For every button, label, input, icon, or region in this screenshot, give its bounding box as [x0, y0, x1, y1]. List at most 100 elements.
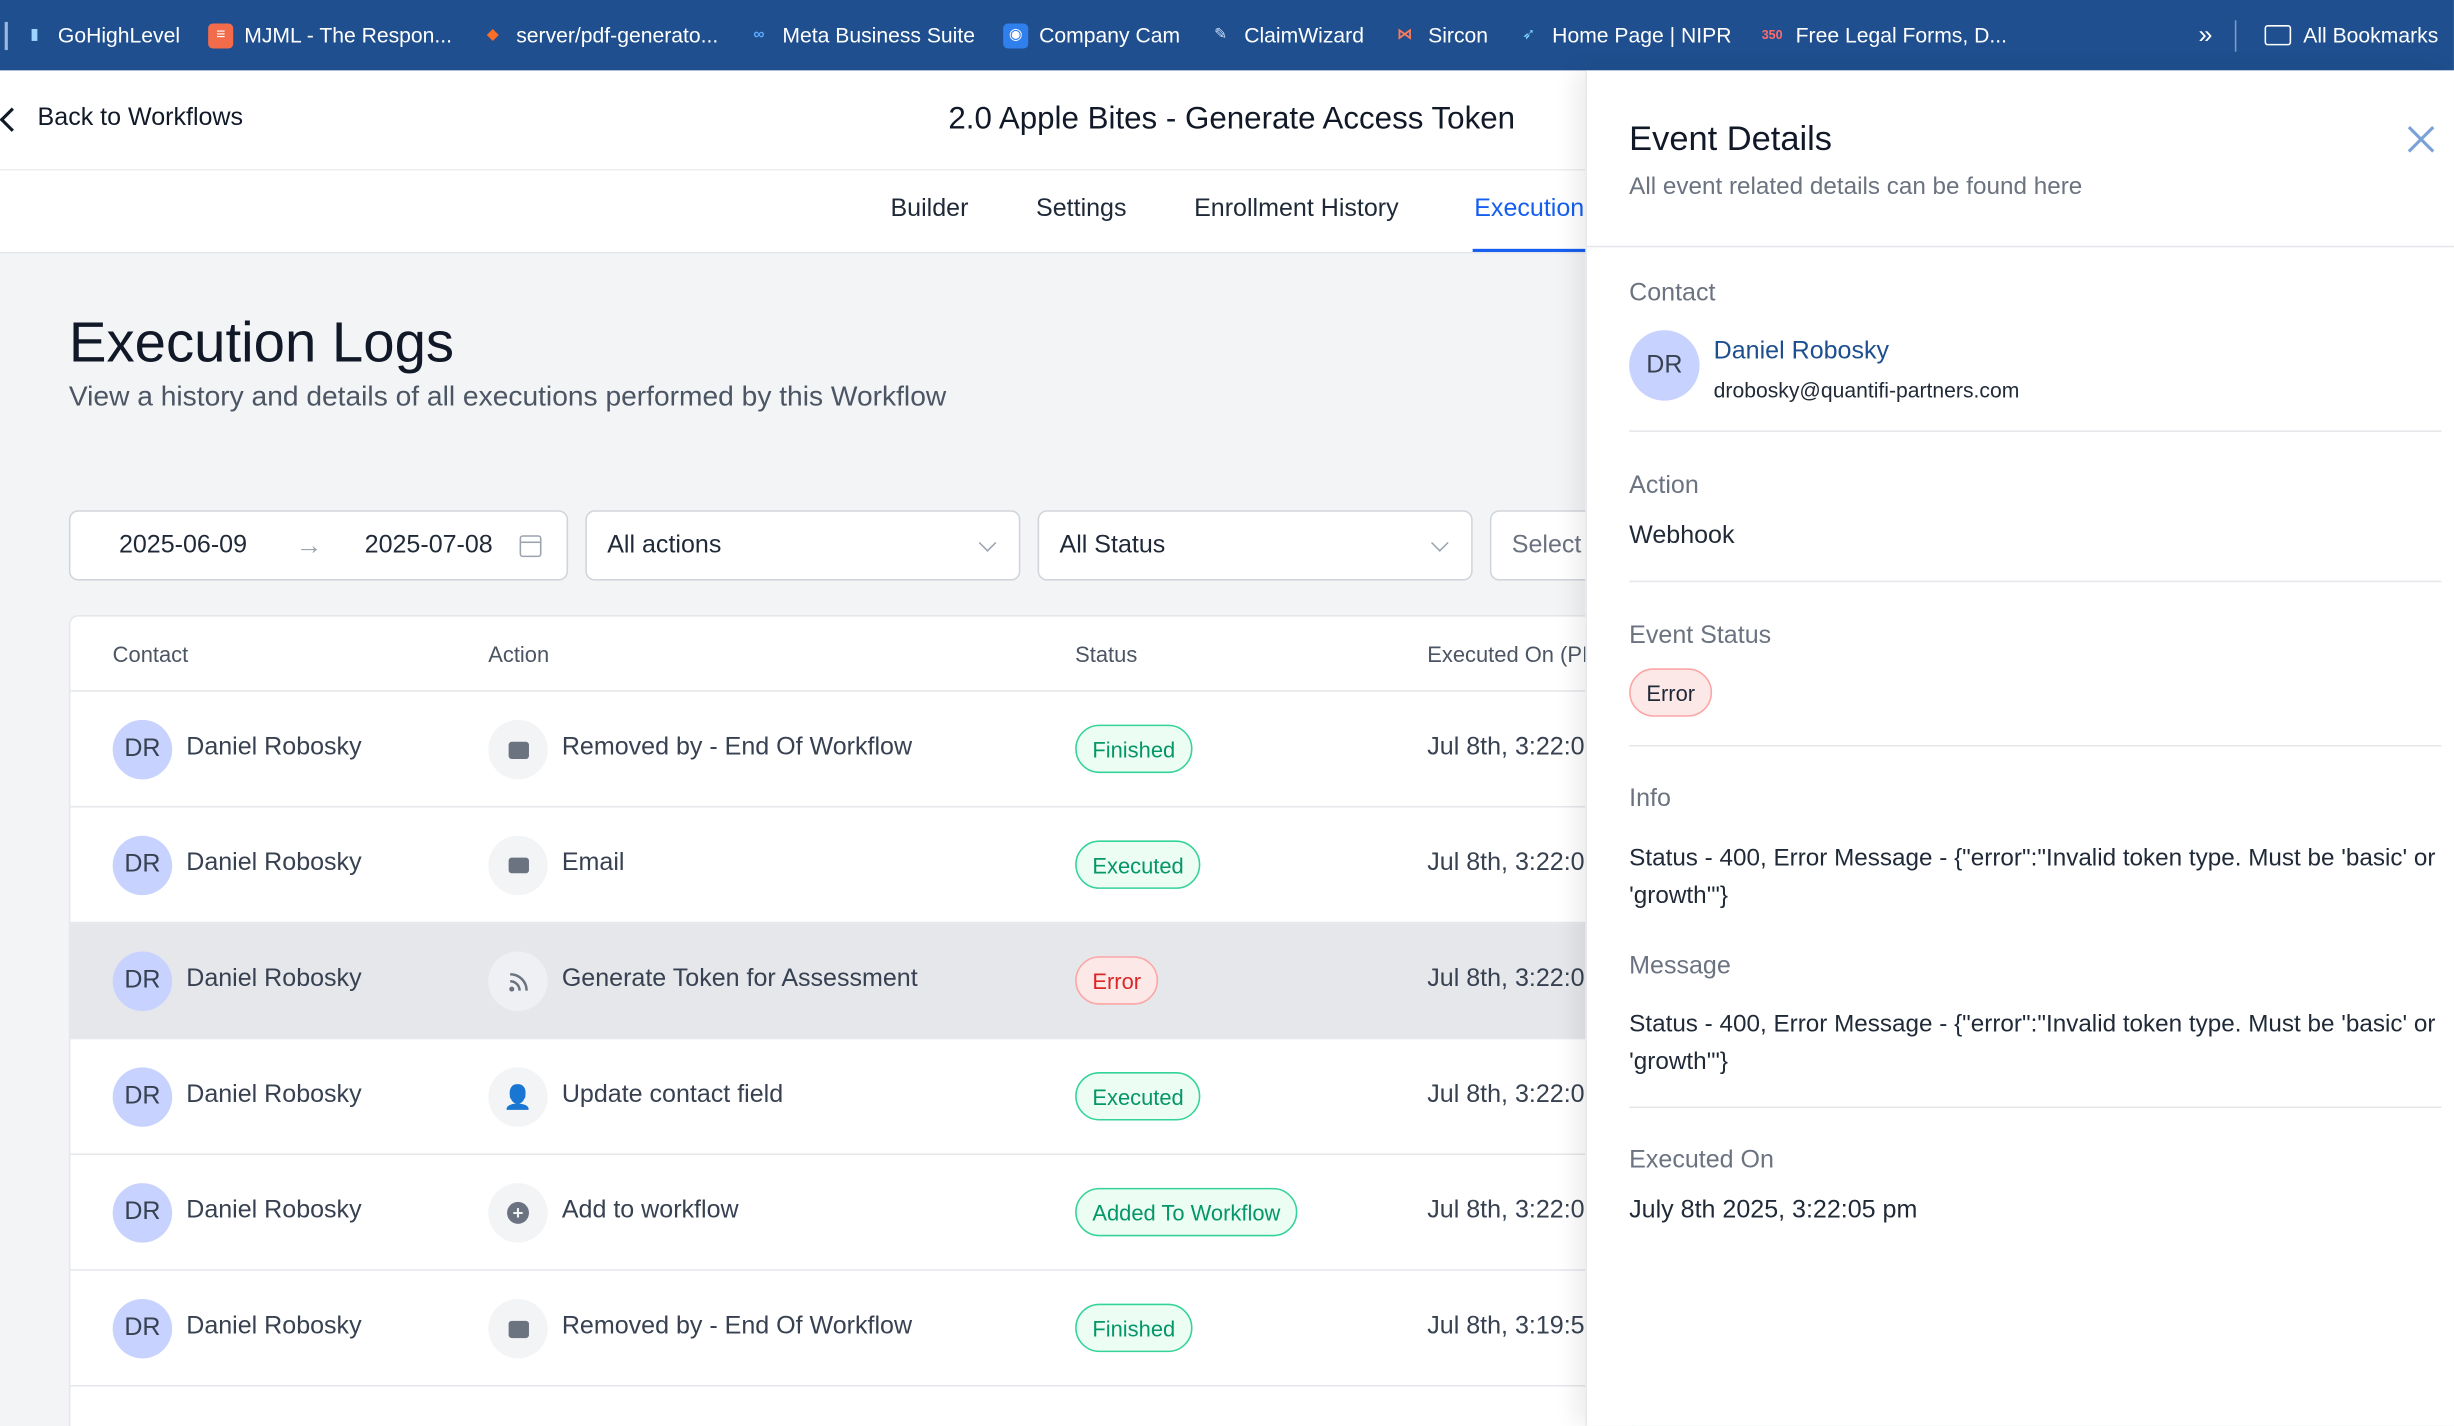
tab-execution[interactable]: Execution [1474, 196, 1584, 224]
wizard-icon: ✎ [1214, 26, 1228, 44]
action-name: Add to workflow [561, 1197, 739, 1224]
bookmark-companycam[interactable]: ◉ Company Cam [989, 22, 1194, 48]
contact-select-placeholder: Select [1511, 531, 1582, 558]
table-row[interactable]: DR Daniel Robosky Email Executed Jul 8th… [70, 808, 1633, 924]
bookmark-nipr[interactable]: ➶ Home Page | NIPR [1502, 23, 1745, 48]
table-row[interactable]: DR Daniel Robosky Generate Token for Ass… [70, 923, 1633, 1040]
executed-on-value: July 8th 2025, 3:22:05 pm [1629, 1197, 1918, 1224]
status-badge: Executed [1075, 1072, 1201, 1121]
divider [1629, 430, 2442, 432]
divider [1629, 1106, 2442, 1109]
bookmark-legal-forms[interactable]: 350 Free Legal Forms, D... [1746, 23, 2022, 48]
status-badge: Finished [1075, 724, 1193, 774]
panel-title: Event Details [1629, 118, 1833, 159]
webhook-icon [488, 951, 548, 1011]
table-row[interactable]: DR Daniel Robosky Removed by - End Of Wo… [70, 1271, 1633, 1387]
tab-settings[interactable]: Settings [1036, 196, 1126, 224]
table-row[interactable]: DR Daniel Robosky Removed by - End Of Wo… [70, 692, 1633, 808]
page-title: Execution Logs [68, 309, 455, 375]
message-value: Status - 400, Error Message - {"error":"… [1629, 1010, 2436, 1076]
bookmark-sircon[interactable]: ⋈ Sircon [1378, 23, 1502, 48]
status-select[interactable]: All Status [1037, 510, 1473, 581]
contact-name: Daniel Robosky [186, 849, 362, 877]
actions-select[interactable]: All actions [585, 510, 1021, 581]
close-icon[interactable] [2404, 122, 2438, 156]
remove-icon [488, 719, 548, 780]
active-tab-indicator [1472, 248, 1598, 252]
gitlab-icon: ◆ [486, 26, 499, 44]
more-bookmarks-button[interactable]: » [2177, 21, 2235, 49]
avatar: DR [112, 719, 173, 780]
contact-name: Daniel Robosky [186, 965, 362, 993]
event-status-badge: Error [1629, 668, 1713, 717]
add-icon: + [488, 1183, 548, 1243]
avatar: DR [112, 1067, 173, 1127]
action-name: Update contact field [561, 1081, 784, 1109]
event-details-panel: Event Details All event related details … [1585, 70, 2454, 1426]
chevron-down-icon [1430, 534, 1449, 552]
column-header-action: Action [488, 641, 550, 667]
contact-name: Daniel Robosky [186, 733, 362, 761]
bookmark-meta[interactable]: ∞ Meta Business Suite [732, 23, 989, 48]
avatar: DR [112, 951, 173, 1011]
legal-forms-icon: 350 [1761, 28, 1783, 43]
event-status-label: Event Status [1629, 622, 1772, 650]
bookmarks-bar: ▮ GoHighLevel ≡ MJML - The Respon... ◆ s… [0, 0, 2454, 71]
actions-select-value: All actions [607, 531, 722, 558]
nipr-icon: ➶ [1522, 26, 1536, 44]
meta-icon: ∞ [753, 26, 765, 44]
back-to-workflows-link[interactable]: Back to Workflows [0, 105, 243, 133]
column-header-contact: Contact [112, 641, 189, 667]
chevron-left-icon [0, 106, 24, 132]
bookmark-gitlab[interactable]: ◆ server/pdf-generato... [466, 23, 732, 48]
workflow-title: 2.0 Apple Bites - Generate Access Token [948, 101, 1516, 137]
action-name: Removed by - End Of Workflow [561, 733, 913, 761]
bookmark-gohighlevel[interactable]: ▮ GoHighLevel [8, 23, 194, 48]
date-range-picker[interactable]: 2025-06-09 → 2025-07-08 [68, 510, 569, 581]
bookmark-mjml[interactable]: ≡ MJML - The Respon... [194, 22, 466, 48]
email-icon [488, 835, 548, 896]
divider [1629, 744, 2442, 747]
contact-name-link[interactable]: Daniel Robosky [1714, 338, 1889, 366]
tab-enrollment-history[interactable]: Enrollment History [1194, 196, 1399, 224]
contact-name: Daniel Robosky [186, 1313, 362, 1340]
contact-label: Contact [1629, 280, 1716, 307]
executed-on: Jul 8th, 3:22:0 [1427, 1081, 1585, 1109]
table-row[interactable]: DR Daniel Robosky + Add to workflow Adde… [70, 1155, 1633, 1271]
status-badge: Added To Workflow [1075, 1187, 1298, 1237]
action-label: Action [1629, 472, 1699, 500]
avatar: DR [112, 1298, 173, 1359]
info-value: Status - 400, Error Message - {"error":"… [1629, 845, 2436, 910]
column-header-executed-on: Executed On (PI [1427, 641, 1589, 667]
executed-on: Jul 8th, 3:22:0 [1427, 1197, 1585, 1224]
tab-builder[interactable]: Builder [890, 196, 968, 224]
end-date[interactable]: 2025-07-08 [365, 531, 493, 559]
bookmark-label: Company Cam [1039, 23, 1181, 47]
page-subtitle: View a history and details of all execut… [68, 380, 947, 412]
bookmark-label: server/pdf-generato... [516, 23, 719, 47]
divider [1629, 580, 2442, 583]
bookmark-label: Home Page | NIPR [1552, 23, 1732, 47]
arrow-right-icon: → [295, 529, 323, 560]
all-bookmarks-label: All Bookmarks [2303, 23, 2439, 47]
info-label: Info [1629, 785, 1671, 813]
status-badge: Finished [1075, 1303, 1193, 1353]
sircon-icon: ⋈ [1396, 26, 1413, 44]
action-name: Removed by - End Of Workflow [561, 1313, 913, 1340]
table-row[interactable]: DR Daniel Robosky 👤 Update contact field… [70, 1039, 1633, 1155]
contact-name: Daniel Robosky [186, 1197, 362, 1224]
all-bookmarks-button[interactable]: All Bookmarks [2236, 23, 2454, 47]
action-name: Email [561, 849, 625, 877]
bookmark-label: GoHighLevel [57, 23, 181, 47]
bookmark-label: Meta Business Suite [782, 23, 975, 47]
bookmark-label: ClaimWizard [1244, 23, 1364, 47]
back-label: Back to Workflows [37, 104, 244, 132]
remove-icon [488, 1298, 548, 1359]
avatar: DR [1629, 330, 1700, 401]
gohighlevel-icon: ▮ [30, 26, 39, 44]
calendar-icon[interactable] [519, 534, 542, 557]
avatar: DR [112, 835, 173, 896]
executed-on: Jul 8th, 3:22:0 [1427, 733, 1585, 761]
start-date[interactable]: 2025-06-09 [119, 531, 247, 559]
bookmark-claimwizard[interactable]: ✎ ClaimWizard [1194, 23, 1378, 48]
